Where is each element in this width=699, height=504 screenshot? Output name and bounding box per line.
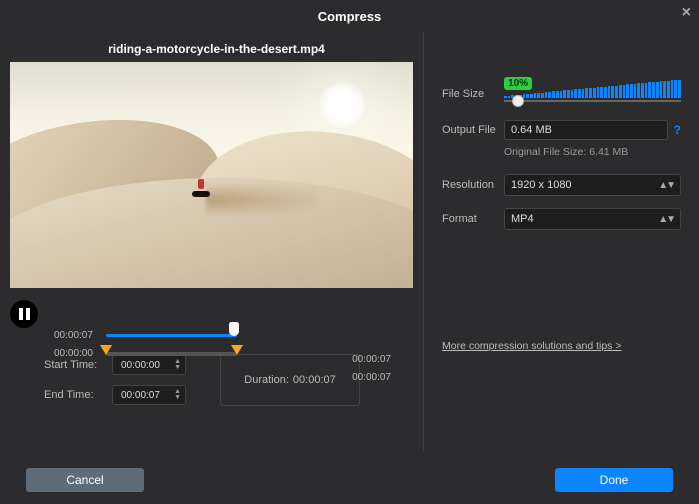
sun-icon	[319, 82, 365, 128]
video-preview[interactable]	[10, 62, 413, 288]
stepper-icon[interactable]: ▲▼	[174, 389, 181, 401]
chevron-updown-icon: ▲▼	[658, 180, 674, 191]
format-label: Format	[442, 213, 504, 225]
pause-button[interactable]	[10, 300, 38, 328]
resolution-label: Resolution	[442, 179, 504, 191]
filesize-percent: 10%	[504, 77, 532, 90]
chevron-updown-icon: ▲▼	[658, 214, 674, 225]
range-start-time: 00:00:00	[54, 348, 100, 359]
end-time-label: End Time:	[44, 389, 102, 401]
dialog-title: Compress	[318, 9, 382, 24]
pause-icon	[19, 308, 23, 320]
slider-thumb[interactable]	[512, 95, 524, 107]
trim-track[interactable]	[106, 352, 237, 356]
dialog-footer: Cancel Done	[0, 456, 699, 504]
original-size: Original File Size: 6.41 MB	[504, 146, 681, 158]
filesize-label: File Size	[442, 88, 504, 100]
left-panel: riding-a-motorcycle-in-the-desert.mp4 00…	[0, 32, 424, 452]
format-select[interactable]: MP4 ▲▼	[504, 208, 681, 230]
dialog-header: Compress ×	[0, 0, 699, 32]
resolution-select[interactable]: 1920 x 1080 ▲▼	[504, 174, 681, 196]
more-tips-link[interactable]: More compression solutions and tips >	[442, 340, 681, 352]
output-size-input[interactable]: 0.64 MB	[504, 120, 668, 140]
help-icon[interactable]: ?	[674, 123, 681, 137]
right-panel: File Size 10% Output File 0.64 MB ? Orig…	[424, 32, 699, 452]
filesize-slider[interactable]: 10%	[504, 80, 681, 108]
output-label: Output File	[442, 124, 504, 136]
timeline: 00:00:07 00:00:07 00:00:00 00:00:07	[10, 294, 423, 340]
range-end-time: 00:00:07	[243, 324, 410, 383]
dialog-content: riding-a-motorcycle-in-the-desert.mp4 00…	[0, 32, 699, 452]
cancel-button[interactable]: Cancel	[26, 468, 144, 492]
done-button[interactable]: Done	[555, 468, 673, 492]
close-icon[interactable]: ×	[682, 4, 691, 22]
rider-icon	[192, 179, 210, 199]
end-time-input[interactable]: 00:00:07 ▲▼	[112, 385, 186, 405]
file-name: riding-a-motorcycle-in-the-desert.mp4	[10, 42, 423, 56]
